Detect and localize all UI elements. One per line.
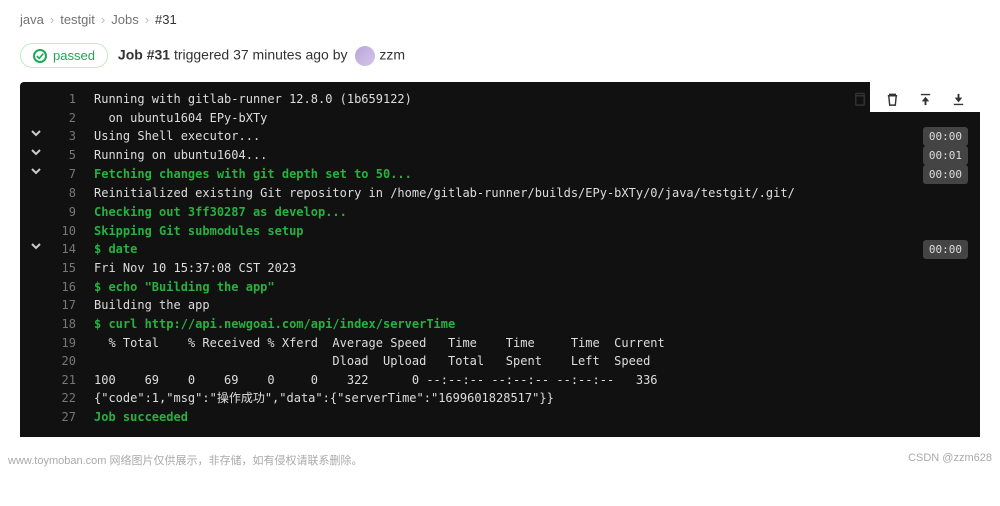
line-number: 19	[46, 334, 76, 353]
chevron-down-icon[interactable]	[26, 165, 46, 183]
log-text: % Total % Received % Xferd Average Speed…	[94, 334, 968, 353]
scroll-bottom-icon[interactable]	[949, 90, 968, 109]
log-line: 27 Job succeeded	[20, 408, 980, 427]
log-text: Checking out 3ff30287 as develop...	[94, 203, 968, 222]
line-number: 3	[46, 127, 76, 146]
log-line: 9 Checking out 3ff30287 as develop...	[20, 203, 980, 222]
log-line: 19 % Total % Received % Xferd Average Sp…	[20, 334, 980, 353]
log-line: 15 Fri Nov 10 15:37:08 CST 2023	[20, 259, 980, 278]
log-text: Using Shell executor...	[94, 127, 915, 146]
log-text: Running with gitlab-runner 12.8.0 (1b659…	[94, 90, 968, 109]
log-line: 16 $ echo "Building the app"	[20, 278, 980, 297]
line-number: 20	[46, 352, 76, 371]
log-line: 14 $ date 00:00	[20, 240, 980, 259]
trash-icon[interactable]	[883, 90, 902, 109]
log-line: 8 Reinitialized existing Git repository i…	[20, 184, 980, 203]
log-line: 18 $ curl http://api.newgoai.com/api/inde…	[20, 315, 980, 334]
log-text: Fri Nov 10 15:37:08 CST 2023	[94, 259, 968, 278]
log-line: 21 100 69 0 69 0 0 322 0 --:--:-- --:--:-…	[20, 371, 980, 390]
triggered-text: triggered 37 minutes ago by	[170, 46, 351, 62]
status-text: passed	[53, 48, 95, 63]
line-number: 16	[46, 278, 76, 297]
log-text: $ echo "Building the app"	[94, 278, 968, 297]
chevron-right-icon: ›	[101, 12, 105, 27]
job-header: passed Job #31 triggered 37 minutes ago …	[20, 43, 980, 68]
line-number: 10	[46, 222, 76, 241]
line-number: 14	[46, 240, 76, 259]
log-output[interactable]: 1 Running with gitlab-runner 12.8.0 (1b65…	[20, 82, 980, 437]
avatar[interactable]	[355, 46, 375, 66]
watermark: www.toymoban.com 网络图片仅供展示，非存储，如有侵权请联系删除。…	[0, 449, 1000, 468]
line-number: 18	[46, 315, 76, 334]
log-line: 17 Building the app	[20, 296, 980, 315]
log-text: Reinitialized existing Git repository in…	[94, 184, 968, 203]
section-duration: 00:00	[923, 165, 968, 184]
line-number: 1	[46, 90, 76, 109]
line-number: 22	[46, 389, 76, 408]
log-line: 7 Fetching changes with git depth set to …	[20, 165, 980, 184]
watermark-left: www.toymoban.com 网络图片仅供展示，非存储，如有侵权请联系删除。	[8, 452, 362, 468]
line-number: 21	[46, 371, 76, 390]
chevron-down-icon[interactable]	[26, 127, 46, 145]
log-line: 22 {"code":1,"msg":"操作成功","data":{"server…	[20, 389, 980, 408]
log-panel: 1 Running with gitlab-runner 12.8.0 (1b65…	[20, 82, 980, 437]
job-title-line: Job #31 triggered 37 minutes ago by zzm	[118, 46, 405, 66]
log-text: Skipping Git submodules setup	[94, 222, 968, 241]
log-text: Dload Upload Total Spent Left Speed	[94, 352, 968, 371]
breadcrumb-jobs[interactable]: Jobs	[111, 12, 138, 27]
log-text: Job succeeded	[94, 408, 968, 427]
line-number: 7	[46, 165, 76, 184]
job-number: Job #31	[118, 46, 170, 62]
line-number: 5	[46, 146, 76, 165]
log-line: 5 Running on ubuntu1604... 00:01	[20, 146, 980, 165]
log-line: 10 Skipping Git submodules setup	[20, 222, 980, 241]
breadcrumb-java[interactable]: java	[20, 12, 44, 27]
chevron-down-icon[interactable]	[26, 240, 46, 258]
status-badge: passed	[20, 43, 108, 68]
chevron-right-icon: ›	[50, 12, 54, 27]
log-line: 20 Dload Upload Total Spent Left Speed	[20, 352, 980, 371]
log-text: $ curl http://api.newgoai.com/api/index/…	[94, 315, 968, 334]
line-number: 8	[46, 184, 76, 203]
breadcrumb-current: #31	[155, 12, 177, 27]
breadcrumb-testgit[interactable]: testgit	[60, 12, 95, 27]
log-text: $ date	[94, 240, 915, 259]
log-text: {"code":1,"msg":"操作成功","data":{"serverTi…	[94, 389, 968, 408]
breadcrumb: java › testgit › Jobs › #31	[20, 12, 980, 27]
check-circle-icon	[33, 49, 47, 63]
chevron-right-icon: ›	[145, 12, 149, 27]
log-toolbar	[850, 90, 968, 109]
line-number: 17	[46, 296, 76, 315]
section-duration: 00:01	[923, 146, 968, 165]
log-text: on ubuntu1604 EPy-bXTy	[94, 109, 968, 128]
watermark-right: CSDN @zzm628	[908, 452, 992, 468]
log-line: 1 Running with gitlab-runner 12.8.0 (1b65…	[20, 90, 980, 109]
copy-icon[interactable]	[850, 90, 869, 109]
log-line: 3 Using Shell executor... 00:00	[20, 127, 980, 146]
log-text: Building the app	[94, 296, 968, 315]
line-number: 27	[46, 408, 76, 427]
scroll-top-icon[interactable]	[916, 90, 935, 109]
log-line: 2 on ubuntu1604 EPy-bXTy	[20, 109, 980, 128]
section-duration: 00:00	[923, 127, 968, 146]
line-number: 2	[46, 109, 76, 128]
line-number: 9	[46, 203, 76, 222]
log-text: Running on ubuntu1604...	[94, 146, 915, 165]
log-text: Fetching changes with git depth set to 5…	[94, 165, 915, 184]
triggered-by-user[interactable]: zzm	[379, 46, 405, 62]
line-number: 15	[46, 259, 76, 278]
chevron-down-icon[interactable]	[26, 146, 46, 164]
log-text: 100 69 0 69 0 0 322 0 --:--:-- --:--:-- …	[94, 371, 968, 390]
section-duration: 00:00	[923, 240, 968, 259]
